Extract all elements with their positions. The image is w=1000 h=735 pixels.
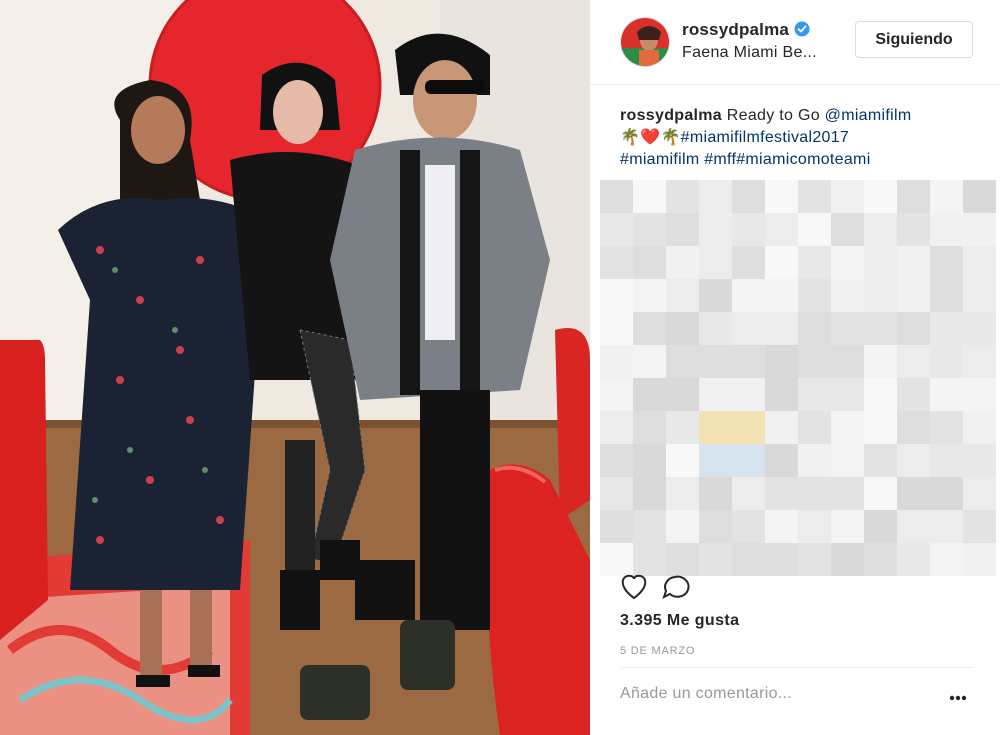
- pixelated-comments-area: [600, 180, 996, 576]
- post-caption: rossydpalma Ready to Go @miamifilm 🌴❤️🌴#…: [620, 105, 980, 171]
- caption-emojis: 🌴❤️🌴: [620, 129, 681, 146]
- comment-icon[interactable]: [662, 575, 690, 599]
- caption-username[interactable]: rossydpalma: [620, 107, 722, 124]
- more-options-icon[interactable]: [943, 688, 973, 708]
- post-location[interactable]: Faena Miami Be...: [682, 44, 817, 62]
- username-text[interactable]: rossydpalma: [682, 20, 789, 39]
- hashtag-link[interactable]: #mff#miamicomoteami: [704, 151, 870, 168]
- avatar-image: [621, 18, 669, 66]
- heart-icon[interactable]: [621, 574, 647, 600]
- avatar[interactable]: [620, 17, 670, 67]
- post-actions: [620, 572, 720, 602]
- caption-text: Ready to Go: [726, 107, 820, 124]
- hashtag-link[interactable]: #miamifilm: [620, 151, 699, 168]
- comment-bar: [620, 667, 973, 735]
- caption-mention-link[interactable]: @miamifilm: [825, 107, 912, 124]
- verified-badge-icon: [794, 21, 810, 37]
- post-username[interactable]: rossydpalma: [682, 20, 810, 40]
- post-photo[interactable]: [0, 0, 590, 735]
- likes-count[interactable]: 3.395 Me gusta: [620, 612, 739, 630]
- post-side-panel: rossydpalma Faena Miami Be... Siguiendo …: [590, 0, 1000, 735]
- comment-input[interactable]: [620, 685, 920, 703]
- post-date: 5 DE MARZO: [620, 645, 696, 657]
- hashtag-link[interactable]: #miamifilmfestival2017: [681, 129, 849, 146]
- post-header: rossydpalma Faena Miami Be... Siguiendo: [590, 0, 1000, 85]
- photo-illustration: [0, 0, 590, 735]
- following-button[interactable]: Siguiendo: [855, 21, 973, 58]
